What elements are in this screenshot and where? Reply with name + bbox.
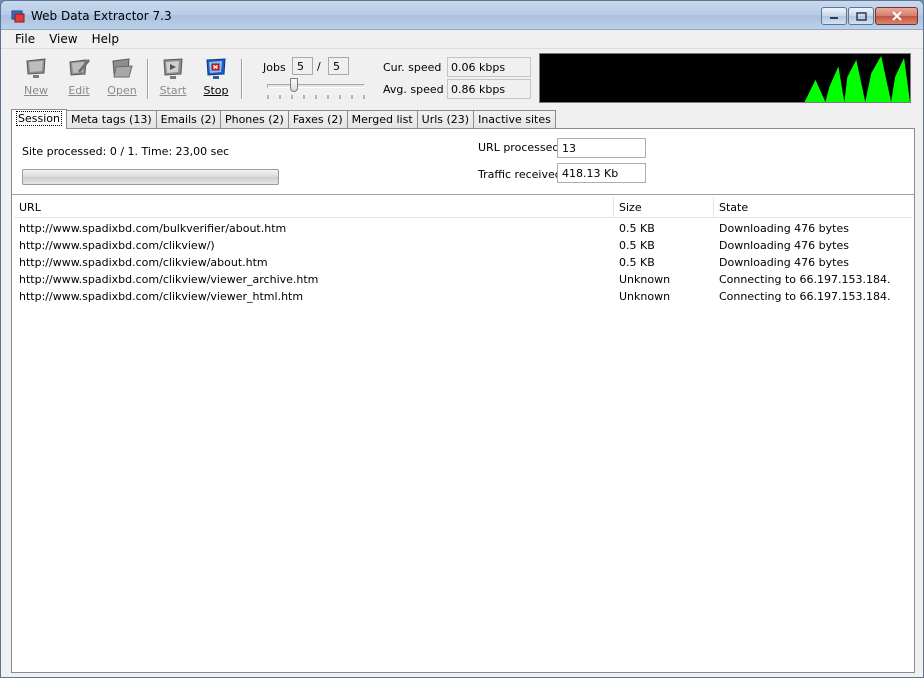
tab-phones[interactable]: Phones (2) [219,110,289,129]
table-header: URL Size State [14,197,912,218]
tab-strip: Session Meta tags (13) Emails (2) Phones… [11,109,556,129]
title-bar[interactable]: Web Data Extractor 7.3 [1,1,923,30]
menu-file[interactable]: File [1,30,42,48]
jobs-slider-track[interactable] [267,84,365,88]
url-processed-label: URL processed [478,141,560,154]
jobs-current-field[interactable]: 5 [292,57,313,75]
app-window: Web Data Extractor 7.3 File View Help Ne… [0,0,924,678]
column-header-url[interactable]: URL [14,197,614,218]
table-row[interactable]: http://www.spadixbd.com/clikview/) 0.5 K… [14,237,912,254]
cur-speed-label: Cur. speed [383,61,442,74]
stop-icon [206,58,226,79]
stop-button[interactable]: Stop [198,57,234,101]
menu-bar: File View Help [1,30,923,49]
tab-urls[interactable]: Urls (23) [416,110,475,129]
row-size: 0.5 KB [619,239,655,252]
new-button[interactable]: New [18,57,54,101]
speed-graph-area [804,55,910,102]
open-folder-icon [112,58,133,78]
app-icon [11,10,25,23]
jobs-max-field[interactable]: 5 [328,57,349,75]
cur-speed-value: 0.06 kbps [447,57,531,77]
row-url: http://www.spadixbd.com/clikview/about.h… [19,256,268,269]
close-button[interactable] [875,7,918,25]
row-url: http://www.spadixbd.com/bulkverifier/abo… [19,222,287,235]
panel-divider [12,194,914,196]
row-state: Connecting to 66.197.153.184. [719,290,891,303]
row-size: 0.5 KB [619,222,655,235]
avg-speed-value: 0.86 kbps [447,79,531,99]
tab-faxes[interactable]: Faxes (2) [287,110,348,129]
table-row[interactable]: http://www.spadixbd.com/clikview/viewer_… [14,271,912,288]
row-size: Unknown [619,290,671,303]
toolbar-separator [241,59,243,99]
column-header-state[interactable]: State [714,197,912,218]
row-state: Downloading 476 bytes [719,222,849,235]
tab-meta-tags[interactable]: Meta tags (13) [65,110,157,129]
maximize-button[interactable] [848,7,874,25]
close-icon [891,11,902,21]
toolbar: New Edit Open Start Stop Jobs 5 / 5 Cur.… [1,49,923,105]
open-button[interactable]: Open [104,57,140,101]
slider-ticks [267,95,365,99]
stop-label: Stop [203,84,229,97]
site-processed-text: Site processed: 0 / 1. Time: 23,00 sec [22,145,230,158]
open-label: Open [107,84,137,97]
table-row[interactable]: http://www.spadixbd.com/clikview/about.h… [14,254,912,271]
row-url: http://www.spadixbd.com/clikview/viewer_… [19,273,319,286]
start-label: Start [159,84,187,97]
row-state: Downloading 476 bytes [719,239,849,252]
row-state: Downloading 476 bytes [719,256,849,269]
minimize-button[interactable] [821,7,847,25]
url-processed-field[interactable]: 13 [557,138,646,158]
tab-emails[interactable]: Emails (2) [155,110,221,129]
start-play-icon [163,58,183,79]
row-url: http://www.spadixbd.com/clikview/viewer_… [19,290,304,303]
edit-label: Edit [68,84,90,97]
new-monitor-icon [26,58,46,78]
speed-graph [539,53,911,103]
row-size: 0.5 KB [619,256,655,269]
edit-pencil-icon [69,59,90,76]
avg-speed-label: Avg. speed [383,83,444,96]
jobs-label: Jobs [263,61,286,74]
row-size: Unknown [619,273,671,286]
tab-label: Session [16,111,62,126]
jobs-separator: / [317,60,321,73]
start-button[interactable]: Start [155,57,191,101]
tab-inactive-sites[interactable]: Inactive sites [473,110,556,129]
traffic-received-field[interactable]: 418.13 Kb [557,163,646,183]
menu-view[interactable]: View [42,30,84,48]
site-progress-bar [22,169,279,185]
jobs-slider-thumb[interactable] [290,78,298,92]
table-row[interactable]: http://www.spadixbd.com/clikview/viewer_… [14,288,912,305]
tab-merged-list[interactable]: Merged list [346,110,418,129]
menu-help[interactable]: Help [85,30,126,48]
column-header-size[interactable]: Size [614,197,714,218]
url-list: http://www.spadixbd.com/bulkverifier/abo… [14,220,912,305]
row-state: Connecting to 66.197.153.184. [719,273,891,286]
maximize-icon [855,11,867,21]
window-controls [820,7,918,25]
row-url: http://www.spadixbd.com/clikview/) [19,239,215,252]
table-row[interactable]: http://www.spadixbd.com/bulkverifier/abo… [14,220,912,237]
window-title: Web Data Extractor 7.3 [31,9,172,23]
new-label: New [24,84,48,97]
toolbar-separator [147,59,149,99]
traffic-received-label: Traffic received [478,168,562,181]
tab-session[interactable]: Session [11,109,67,129]
minimize-icon [830,17,838,19]
edit-button[interactable]: Edit [61,57,97,101]
session-panel: Site processed: 0 / 1. Time: 23,00 sec U… [11,128,915,673]
